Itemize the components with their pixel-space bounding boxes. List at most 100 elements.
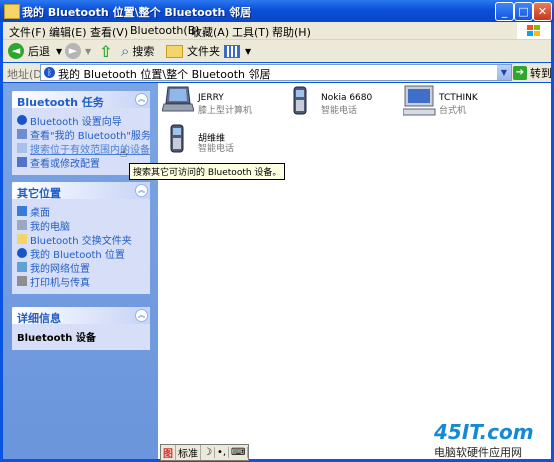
up-folder-icon: ⇧: [99, 41, 113, 61]
collapse-icon[interactable]: ︽: [135, 184, 148, 197]
views-button[interactable]: ▼: [224, 42, 251, 60]
up-button[interactable]: ⇧: [99, 41, 113, 61]
folder-icon: [17, 234, 27, 244]
watermark: 45IT.com 电脑软硬件应用网: [434, 420, 534, 460]
ime-mode[interactable]: 标准: [176, 445, 201, 460]
forward-button[interactable]: ► ▼: [65, 42, 91, 60]
network-icon: [17, 262, 27, 272]
panel-title: Bluetooth 任务: [17, 96, 104, 109]
close-button[interactable]: ✕: [533, 2, 552, 21]
menu-view[interactable]: 查看(V): [90, 24, 128, 40]
phone-icon: [293, 86, 307, 115]
desktop-icon: [17, 206, 27, 216]
menu-file[interactable]: 文件(F): [9, 24, 46, 40]
menu-bar: 文件(F) 编辑(E) 查看(V) Bluetooth(B) 收藏(A) 工具(…: [3, 22, 551, 40]
panel-title: 其它位置: [17, 187, 61, 200]
view-services-link[interactable]: 查看"我的 Bluetooth"服务: [17, 127, 151, 142]
ime-logo-icon: 图: [161, 445, 176, 460]
address-value: 我的 Bluetooth 位置\整个 Bluetooth 邻居: [58, 68, 271, 81]
go-arrow-icon: ➔: [513, 66, 527, 80]
device-name: JERRY: [198, 93, 224, 103]
link-label: 查看"我的 Bluetooth"服务: [30, 130, 151, 142]
my-bluetooth-places-link[interactable]: 我的 Bluetooth 位置: [17, 246, 146, 261]
explorer-window: 我的 Bluetooth 位置\整个 Bluetooth 邻居 _ □ ✕ 文件…: [0, 0, 554, 462]
link-label: 我的网络位置: [30, 263, 90, 275]
chevron-down-icon: ▼: [245, 46, 252, 56]
link-label: Bluetooth 交换文件夹: [30, 235, 132, 247]
phone-icon: [170, 124, 184, 153]
ime-keyboard[interactable]: ⌨: [229, 447, 249, 458]
collapse-icon[interactable]: ︽: [135, 93, 148, 106]
title-bar[interactable]: 我的 Bluetooth 位置\整个 Bluetooth 邻居 _ □ ✕: [0, 0, 554, 22]
device-type: 智能电话: [321, 106, 358, 116]
panel-header[interactable]: 详细信息 ︽: [12, 307, 150, 325]
bluetooth-exchange-link[interactable]: Bluetooth 交换文件夹: [17, 232, 146, 247]
printer-icon: [17, 276, 27, 286]
address-dropdown-button[interactable]: ▼: [497, 65, 511, 80]
link-label: 搜索位于有效范围内的设备: [30, 144, 150, 156]
ime-punct[interactable]: •,: [215, 447, 230, 458]
menu-edit[interactable]: 编辑(E): [49, 24, 87, 40]
desktop-link[interactable]: 桌面: [17, 204, 146, 219]
link-label: 我的电脑: [30, 221, 70, 233]
task-pane: Bluetooth 任务 ︽ Bluetooth 设置向导 查看"我的 Blue…: [3, 83, 158, 459]
address-bar: 地址(D) ᛒ 我的 Bluetooth 位置\整个 Bluetooth 邻居 …: [3, 63, 552, 82]
folders-icon: [166, 44, 183, 58]
menu-tools[interactable]: 工具(T): [232, 24, 269, 40]
bluetooth-icon: ᛒ: [44, 67, 55, 78]
device-name: TCTHINK: [439, 93, 478, 103]
back-arrow-icon: ◄: [8, 43, 24, 59]
bluetooth-wizard-link[interactable]: Bluetooth 设置向导: [17, 113, 146, 128]
menu-help[interactable]: 帮助(H): [272, 24, 311, 40]
device-type: 智能电话: [198, 144, 235, 154]
folders-label: 文件夹: [187, 45, 220, 58]
search-devices-icon: [17, 143, 27, 153]
network-places-link[interactable]: 我的网络位置: [17, 260, 146, 275]
panel-header[interactable]: Bluetooth 任务 ︽: [12, 91, 150, 109]
link-label: Bluetooth 设置向导: [30, 116, 122, 128]
chevron-down-icon: ▼: [85, 46, 92, 56]
windows-logo-icon: [517, 22, 551, 39]
go-label: 转到: [530, 67, 552, 80]
back-button[interactable]: ◄ 后退 ▼: [8, 42, 62, 60]
config-icon: [17, 157, 27, 167]
chevron-down-icon: ▼: [56, 46, 63, 56]
tooltip: 搜索其它可访问的 Bluetooth 设备。: [129, 163, 286, 180]
menu-bluetooth[interactable]: Bluetooth(B): [130, 24, 200, 37]
other-places-panel: 其它位置 ︽ 桌面 我的电脑 Bluetooth 交换文件夹 我的 Blueto…: [12, 182, 150, 294]
window-title: 我的 Bluetooth 位置\整个 Bluetooth 邻居: [22, 6, 252, 19]
forward-arrow-icon: ►: [65, 43, 81, 59]
views-icon: [224, 44, 240, 58]
minimize-button[interactable]: _: [495, 2, 514, 21]
address-input[interactable]: ᛒ 我的 Bluetooth 位置\整个 Bluetooth 邻居 ▼: [40, 64, 512, 81]
device-type: 台式机: [439, 106, 467, 116]
panel-header[interactable]: 其它位置 ︽: [12, 182, 150, 200]
link-label: 查看或修改配置: [30, 158, 100, 170]
desktop-icon: [403, 85, 436, 116]
device-list: JERRY 膝上型计算机 Nokia 6680 智能电话 TCTHINK 台式机: [158, 83, 551, 459]
toolbar: ◄ 后退 ▼ ► ▼ ⇧ ⌕ 搜索 文件夹 ▼: [3, 40, 551, 62]
device-name: Nokia 6680: [321, 93, 373, 103]
printers-link[interactable]: 打印机与传真: [17, 274, 146, 289]
ime-shape[interactable]: ☽: [201, 447, 215, 458]
search-button[interactable]: ⌕ 搜索: [121, 42, 154, 60]
bluetooth-icon: [17, 115, 27, 125]
link-label: 我的 Bluetooth 位置: [30, 249, 125, 261]
computer-icon: [17, 220, 27, 230]
details-panel: 详细信息 ︽ Bluetooth 设备: [12, 307, 150, 350]
services-icon: [17, 129, 27, 139]
link-label: 打印机与传真: [30, 277, 90, 289]
search-label: 搜索: [132, 45, 155, 58]
device-type: 膝上型计算机: [198, 106, 253, 116]
back-label: 后退: [28, 45, 50, 58]
maximize-button[interactable]: □: [514, 2, 533, 21]
my-computer-link[interactable]: 我的电脑: [17, 218, 146, 233]
go-button[interactable]: ➔ 转到: [513, 65, 552, 81]
folders-button[interactable]: 文件夹: [166, 42, 220, 60]
folder-icon: [4, 4, 20, 19]
search-icon: ⌕: [121, 42, 130, 60]
details-text: Bluetooth 设备: [17, 333, 96, 344]
menu-favorites[interactable]: 收藏(A): [191, 24, 229, 40]
collapse-icon[interactable]: ︽: [135, 309, 148, 322]
ime-toolbar[interactable]: 图 标准 ☽ •, ⌨: [160, 444, 250, 461]
